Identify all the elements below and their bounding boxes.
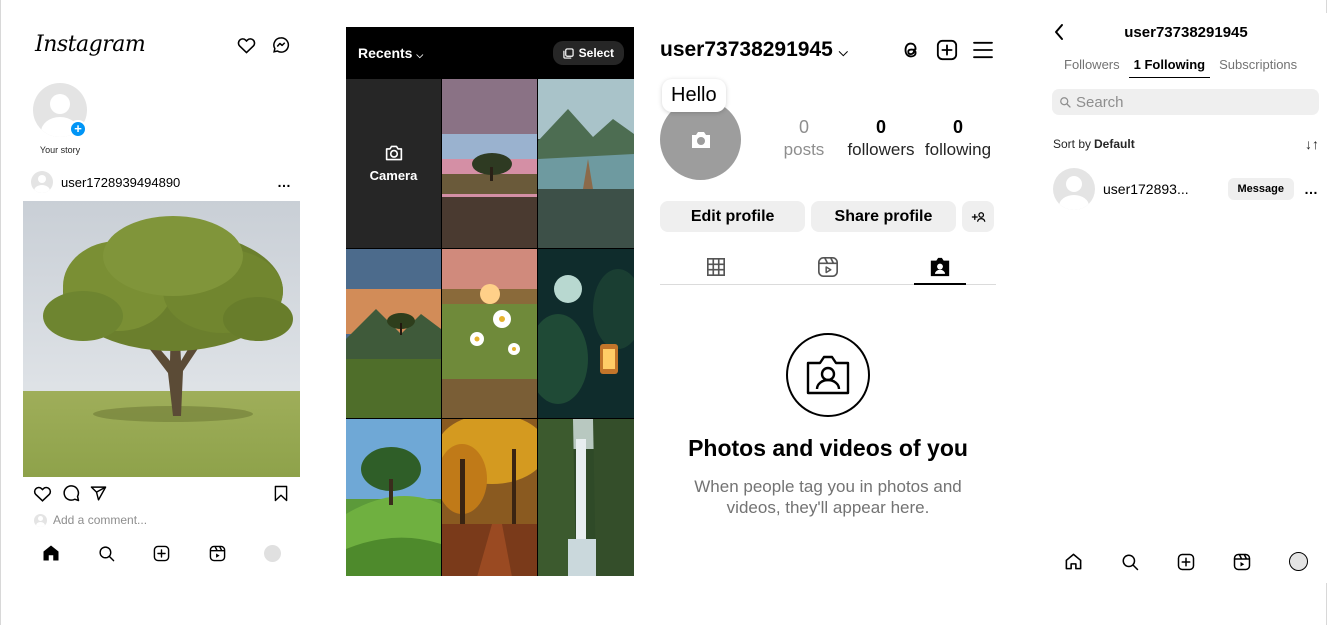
messenger-icon[interactable] <box>272 36 290 54</box>
stat-following[interactable]: 0 following <box>920 117 996 160</box>
tab-posts-grid[interactable] <box>660 249 772 284</box>
tab-subscriptions[interactable]: Subscriptions <box>1214 55 1302 78</box>
commenter-avatar <box>34 513 47 527</box>
add-comment-row[interactable]: Add a comment... <box>34 513 147 527</box>
profile-buttons: Edit profile Share profile <box>660 201 994 232</box>
select-button[interactable]: Select <box>552 41 624 65</box>
instagram-logo[interactable]: Instagram <box>35 32 146 57</box>
follow-tabs: Followers 1 Following Subscriptions <box>1059 55 1327 78</box>
sort-icon[interactable]: ↓↑ <box>1305 136 1319 152</box>
post-more-icon[interactable]: … <box>277 174 292 190</box>
following-panel: user73738291945 Followers 1 Following Su… <box>1045 13 1327 583</box>
create-icon[interactable] <box>936 39 958 61</box>
profile-icon[interactable] <box>1289 552 1308 571</box>
grid-icon <box>707 257 725 276</box>
comment-input[interactable]: Add a comment... <box>53 513 147 527</box>
search-icon <box>1060 97 1071 108</box>
following-username[interactable]: user172893... <box>1103 181 1189 197</box>
post-author-avatar[interactable] <box>31 171 53 193</box>
tagged-photos-icon <box>786 333 870 417</box>
share-profile-button[interactable]: Share profile <box>811 201 956 232</box>
threads-icon[interactable] <box>900 39 922 61</box>
chevron-down-icon: ⌵ <box>416 50 424 60</box>
profile-username[interactable]: user73738291945 ⌵ <box>660 38 848 62</box>
sort-label: Sort by <box>1053 137 1092 151</box>
more-options-icon[interactable]: … <box>1304 181 1319 197</box>
gallery-thumbnail[interactable] <box>538 79 634 248</box>
like-icon[interactable] <box>33 485 52 502</box>
story-label: Your story <box>39 145 81 155</box>
edit-profile-button[interactable]: Edit profile <box>660 201 806 232</box>
gallery-thumbnail[interactable] <box>442 249 537 418</box>
stat-followers[interactable]: 0 followers <box>843 117 919 160</box>
gallery-thumbnail[interactable] <box>442 419 537 576</box>
camera-tile[interactable]: Camera <box>346 79 441 248</box>
menu-icon[interactable] <box>972 41 994 59</box>
sort-value[interactable]: Default <box>1094 137 1135 151</box>
recents-dropdown[interactable]: Recents ⌵ <box>358 45 423 61</box>
discover-people-button[interactable] <box>961 201 994 232</box>
following-title: user73738291945 <box>1124 23 1248 41</box>
gallery-thumbnail[interactable] <box>346 419 441 576</box>
profile-tabs <box>660 249 996 285</box>
stat-posts: 0 posts <box>783 117 825 159</box>
reels-icon[interactable] <box>209 545 226 562</box>
reels-icon[interactable] <box>1233 553 1251 571</box>
create-icon[interactable] <box>153 545 170 562</box>
note-bubble[interactable]: Hello <box>662 79 726 112</box>
profile-header: user73738291945 ⌵ <box>660 37 994 63</box>
message-button[interactable]: Message <box>1227 178 1294 200</box>
chevron-down-icon: ⌵ <box>838 45 848 59</box>
bottom-nav <box>1045 552 1327 571</box>
empty-description: When people tag you in photos and videos… <box>694 477 962 517</box>
back-icon[interactable] <box>1053 23 1065 41</box>
gallery-thumbnail[interactable] <box>538 419 634 576</box>
profile-icon[interactable] <box>263 544 281 562</box>
your-story[interactable]: + Your story <box>33 83 87 155</box>
gallery-thumbnail[interactable] <box>346 249 441 418</box>
search-input[interactable]: Search <box>1052 89 1319 115</box>
bookmark-icon[interactable] <box>274 485 288 502</box>
avatar[interactable] <box>1053 168 1095 210</box>
reels-icon <box>818 256 838 277</box>
bottom-nav <box>23 544 300 562</box>
add-story-icon[interactable]: + <box>69 120 87 138</box>
tab-tagged[interactable] <box>884 249 996 285</box>
home-icon[interactable] <box>42 544 60 562</box>
post-header: user1728939494890 … <box>31 171 292 193</box>
share-icon[interactable] <box>90 485 107 502</box>
gallery-thumbnail[interactable] <box>442 79 537 248</box>
heart-icon[interactable] <box>237 36 256 54</box>
tab-following[interactable]: 1 Following <box>1128 55 1211 78</box>
gallery-header: Recents ⌵ Select <box>346 27 634 79</box>
gallery-grid: Camera <box>346 79 634 576</box>
tagged-empty-state: Photos and videos of you When people tag… <box>660 333 996 518</box>
tab-reels[interactable] <box>772 249 884 284</box>
tagged-icon <box>930 257 950 276</box>
gallery-thumbnail[interactable] <box>538 249 634 418</box>
following-header: user73738291945 <box>1053 21 1319 43</box>
empty-title: Photos and videos of you <box>688 435 968 461</box>
add-person-icon <box>971 211 986 222</box>
search-icon[interactable] <box>1121 553 1139 571</box>
profile-panel: user73738291945 ⌵ Hello 0 posts 0 follow… <box>650 27 1000 576</box>
list-item[interactable]: user172893... Message … <box>1053 168 1319 210</box>
home-icon[interactable] <box>1064 552 1083 571</box>
post-image[interactable] <box>23 201 300 477</box>
multi-select-icon <box>562 47 574 59</box>
post-actions <box>33 484 288 502</box>
tab-followers[interactable]: Followers <box>1059 55 1125 78</box>
post-username[interactable]: user1728939494890 <box>61 175 180 190</box>
comment-icon[interactable] <box>62 484 80 502</box>
gallery-panel: Recents ⌵ Select Camera <box>346 27 634 576</box>
search-icon[interactable] <box>98 545 115 562</box>
profile-stats: 0 posts 0 followers 0 following <box>766 117 996 160</box>
sort-row: Sort by Default ↓↑ <box>1053 136 1319 152</box>
create-icon[interactable] <box>1177 553 1195 571</box>
camera-icon <box>691 131 710 148</box>
camera-icon <box>385 145 402 161</box>
feed-panel: Instagram + Your story user1728939494890… <box>23 26 300 576</box>
